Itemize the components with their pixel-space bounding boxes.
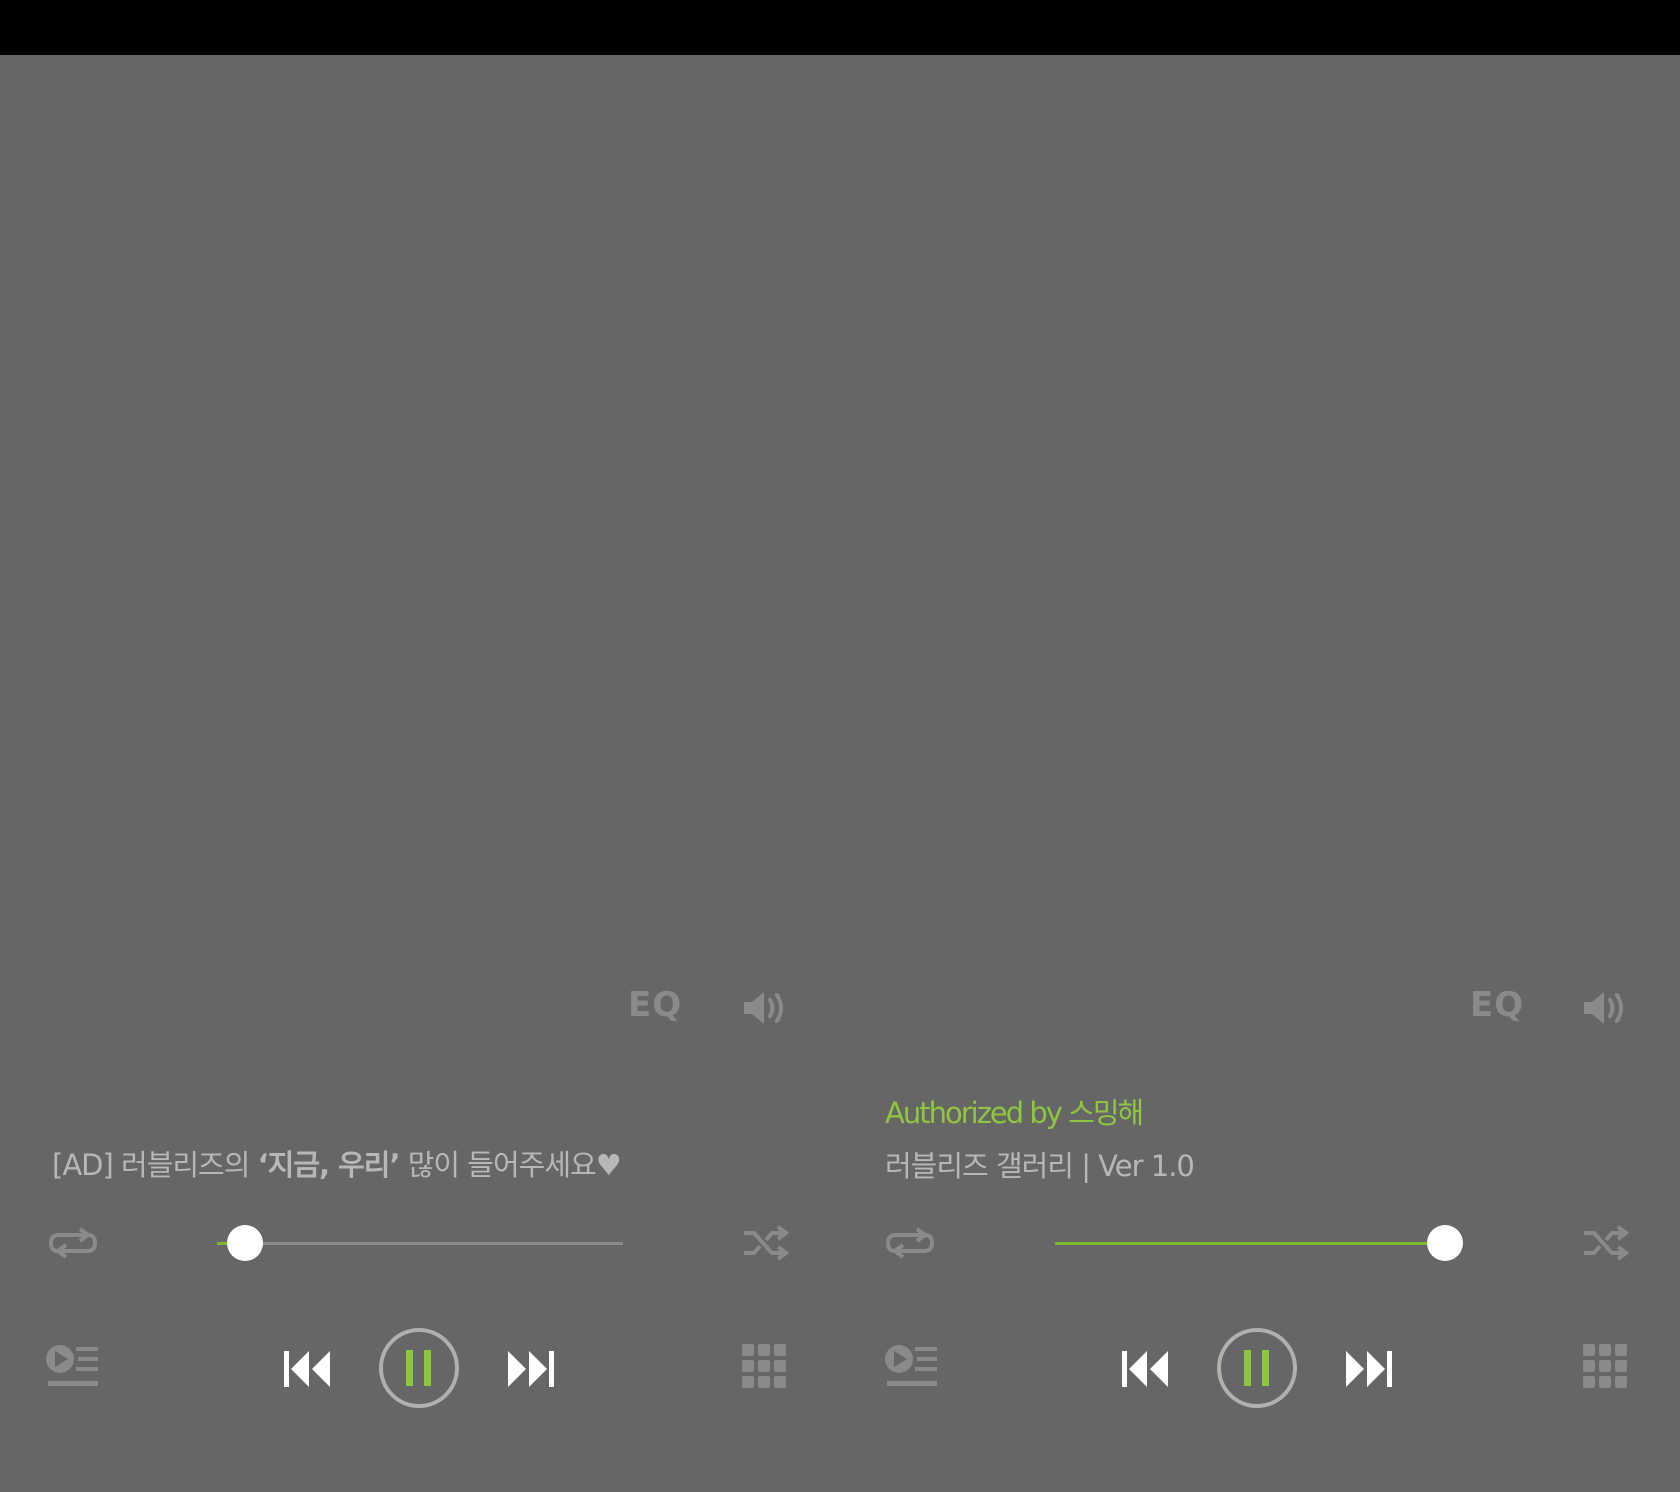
eq-button[interactable]: EQ — [1470, 985, 1524, 1025]
ad-caption-suffix: 많이 들어주세요♥ — [399, 1148, 622, 1182]
progress-slider[interactable] — [1055, 1225, 1463, 1261]
menu-grid-icon[interactable] — [1582, 1343, 1628, 1389]
pause-icon — [406, 1350, 413, 1386]
volume-icon[interactable] — [742, 990, 788, 1026]
pause-button[interactable] — [1216, 1327, 1298, 1409]
shuffle-icon[interactable] — [1582, 1225, 1630, 1261]
progress-fill — [1055, 1242, 1445, 1245]
playlist-icon[interactable] — [44, 1343, 100, 1393]
next-icon[interactable] — [504, 1349, 556, 1389]
shuffle-icon[interactable] — [742, 1225, 790, 1261]
progress-slider[interactable] — [217, 1225, 623, 1261]
ad-caption-title: ‘지금, 우리’ — [257, 1148, 401, 1182]
pause-button[interactable] — [378, 1327, 460, 1409]
version-label: 러블리즈 갤러리 | Ver 1.0 — [885, 1149, 1195, 1183]
previous-icon[interactable] — [282, 1349, 334, 1389]
pause-icon — [1244, 1350, 1251, 1386]
progress-thumb[interactable] — [1426, 1225, 1463, 1261]
repeat-icon[interactable] — [48, 1226, 98, 1260]
next-icon[interactable] — [1342, 1349, 1394, 1389]
menu-grid-icon[interactable] — [741, 1343, 787, 1389]
author-credit: Authorized by 스밍해 — [885, 1096, 1144, 1130]
progress-thumb[interactable] — [227, 1225, 264, 1261]
eq-button[interactable]: EQ — [628, 985, 682, 1025]
repeat-icon[interactable] — [885, 1226, 935, 1260]
player-panel-right: EQ Authorized by 스밍해 러블리즈 갤러리 | Ver 1.0 — [838, 0, 1678, 1437]
ad-caption: [AD] 러블리즈의 ‘지금, 우리’ 많이 들어주세요♥ — [52, 1142, 622, 1184]
playlist-icon[interactable] — [883, 1343, 939, 1393]
player-panel-left: EQ [AD] 러블리즈의 ‘지금, 우리’ 많이 들어주세요♥ — [0, 0, 840, 1437]
volume-icon[interactable] — [1582, 990, 1628, 1026]
ad-caption-prefix: [AD] 러블리즈의 — [52, 1148, 258, 1182]
previous-icon[interactable] — [1120, 1349, 1172, 1389]
